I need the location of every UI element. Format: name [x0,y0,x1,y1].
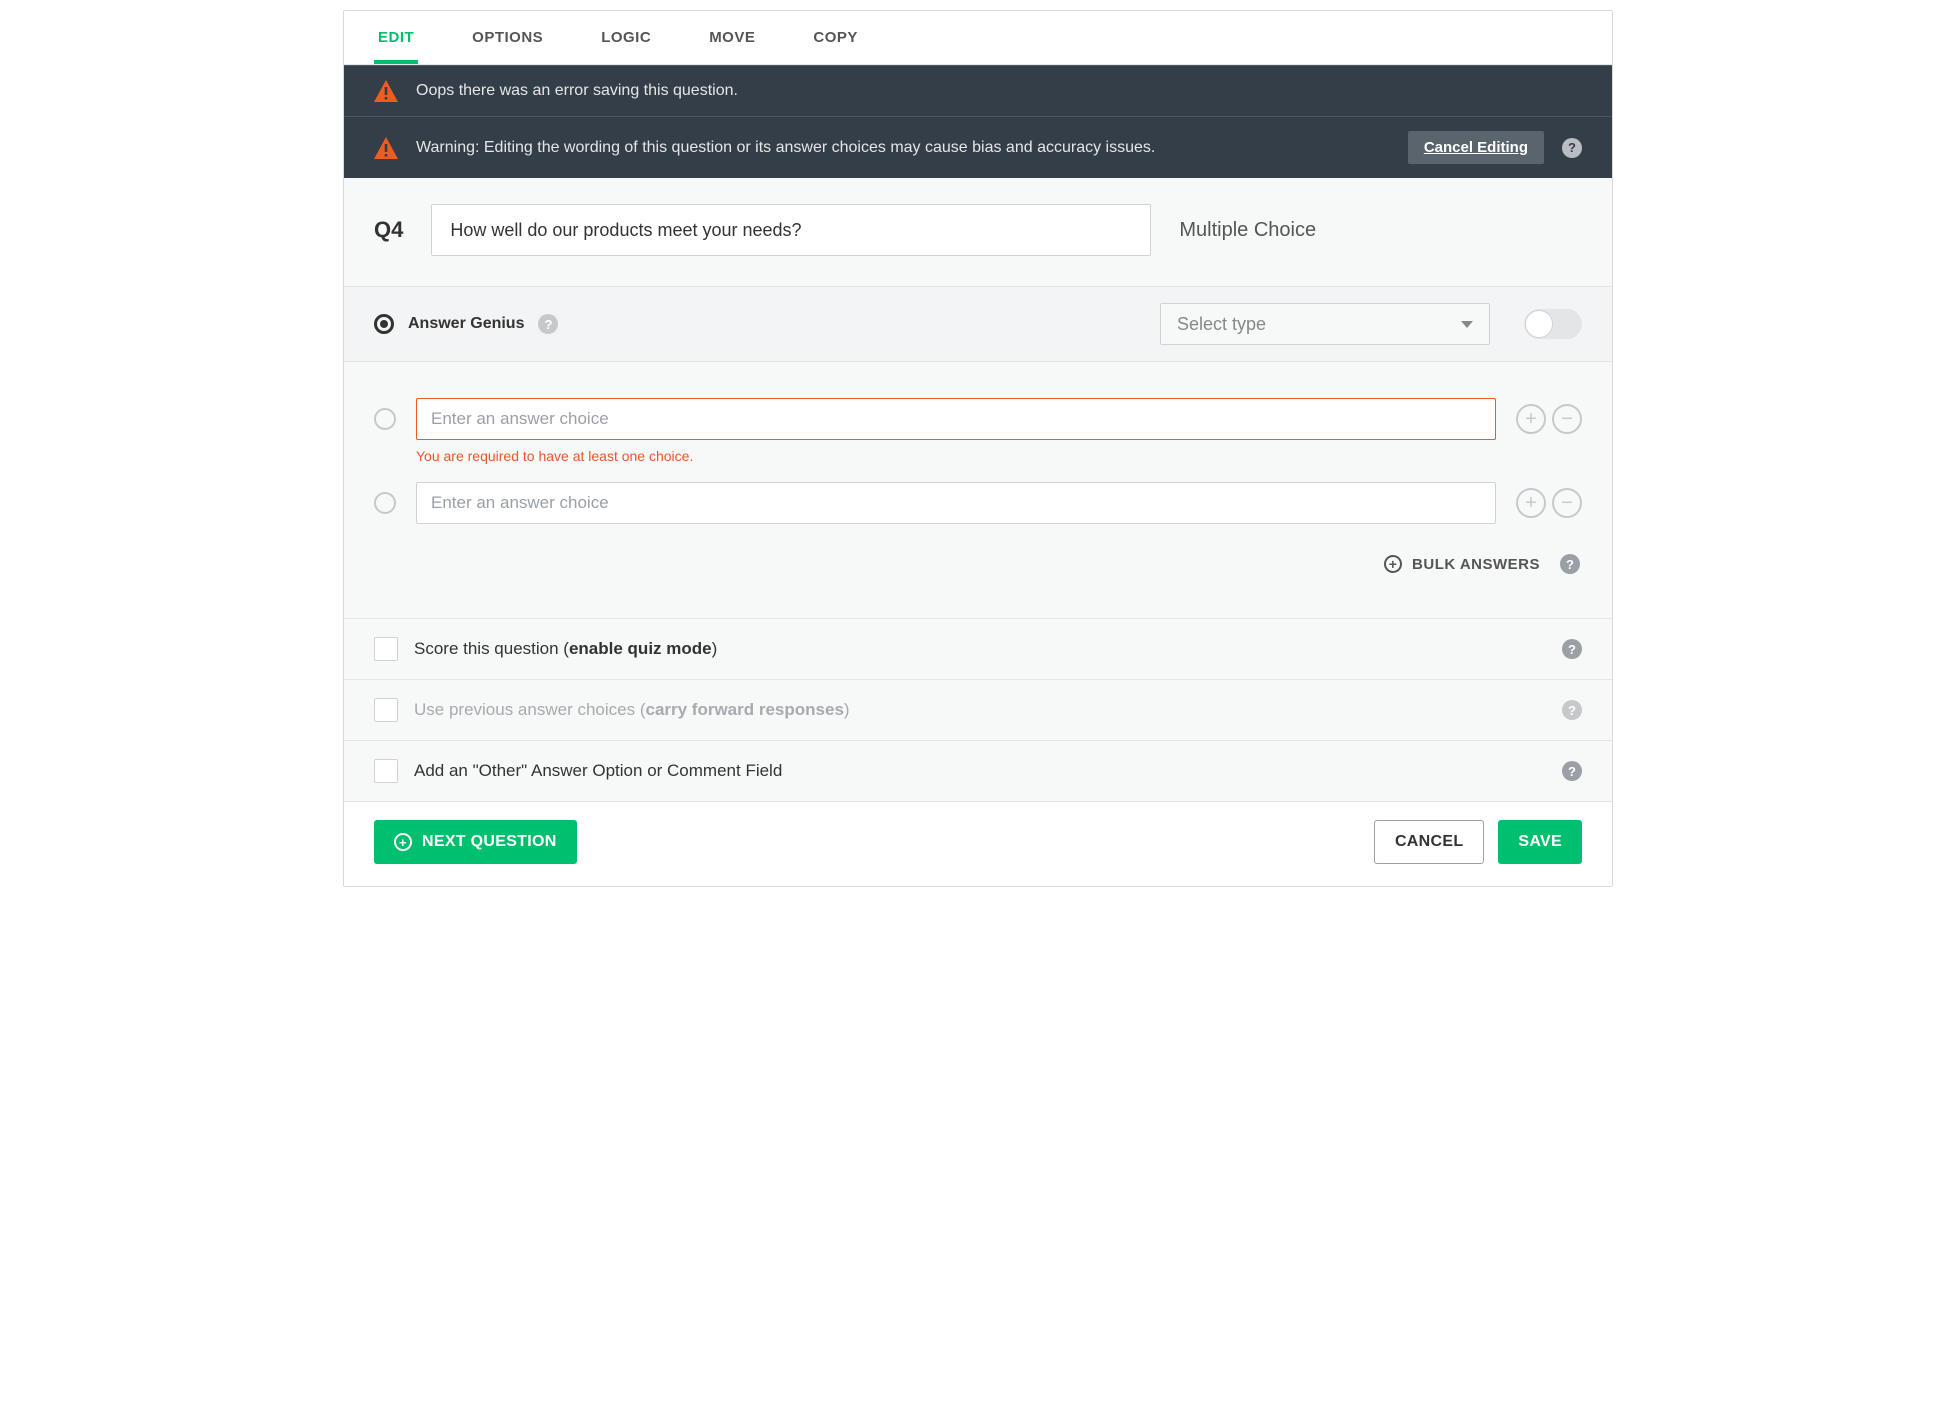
remove-choice-button[interactable]: − [1552,404,1582,434]
tab-copy[interactable]: COPY [809,11,862,64]
tab-edit[interactable]: EDIT [374,11,418,64]
row-actions: + − [1516,488,1582,518]
question-number: Q4 [374,217,403,243]
bulk-answers-row: + BULK ANSWERS ? [374,554,1582,574]
answer-choice-input-2[interactable] [416,482,1496,524]
answer-choices-section: + − You are required to have at least on… [344,362,1612,619]
choice-validation-error: You are required to have at least one ch… [416,448,1582,464]
help-icon[interactable]: ? [1562,761,1582,781]
other-option-row: Add an "Other" Answer Option or Comment … [344,741,1612,802]
next-question-button[interactable]: + NEXT QUESTION [374,820,577,864]
help-icon[interactable]: ? [1562,138,1582,158]
score-checkbox[interactable] [374,637,398,661]
carry-forward-row: Use previous answer choices (carry forwa… [344,680,1612,741]
genius-type-select[interactable]: Select type [1160,303,1490,345]
cancel-button[interactable]: CANCEL [1374,820,1484,864]
help-icon[interactable]: ? [1562,639,1582,659]
question-type-label: Multiple Choice [1179,219,1316,242]
question-editor: EDIT OPTIONS LOGIC MOVE COPY Oops there … [343,10,1613,887]
plus-circle-icon: + [1384,555,1402,573]
other-label: Add an "Other" Answer Option or Comment … [414,761,782,781]
target-icon [374,314,394,334]
remove-choice-button[interactable]: − [1552,488,1582,518]
answer-genius-bar: Answer Genius ? Select type [344,286,1612,362]
footer-bar: + NEXT QUESTION CANCEL SAVE [344,802,1612,886]
radio-icon [374,408,396,430]
add-choice-button[interactable]: + [1516,404,1546,434]
warning-icon [374,80,398,102]
next-question-label: NEXT QUESTION [422,833,557,851]
error-text: Oops there was an error saving this ques… [416,82,738,100]
answer-choice-row: + − [374,482,1582,524]
row-actions: + − [1516,404,1582,434]
question-header: Q4 Multiple Choice [344,178,1612,286]
genius-toggle[interactable] [1524,309,1582,339]
save-button[interactable]: SAVE [1498,820,1582,864]
cancel-editing-button[interactable]: Cancel Editing [1408,131,1544,164]
genius-type-placeholder: Select type [1177,314,1266,335]
tab-logic[interactable]: LOGIC [597,11,655,64]
chevron-down-icon [1461,321,1473,328]
toggle-knob [1525,310,1553,338]
answer-choice-input-1[interactable] [416,398,1496,440]
score-question-row: Score this question (enable quiz mode) ? [344,619,1612,680]
other-checkbox[interactable] [374,759,398,783]
answer-choice-row: + − [374,398,1582,440]
score-label: Score this question (enable quiz mode) [414,639,717,659]
tab-move[interactable]: MOVE [705,11,759,64]
help-icon[interactable]: ? [1560,554,1580,574]
warning-text: Warning: Editing the wording of this que… [416,139,1155,157]
carry-forward-checkbox [374,698,398,722]
help-icon[interactable]: ? [1562,700,1582,720]
warning-alert: Warning: Editing the wording of this que… [344,116,1612,178]
plus-circle-icon: + [394,833,412,851]
bulk-answers-label: BULK ANSWERS [1412,556,1540,573]
tab-bar: EDIT OPTIONS LOGIC MOVE COPY [344,11,1612,65]
bulk-answers-button[interactable]: + BULK ANSWERS [1384,555,1540,573]
tab-options[interactable]: OPTIONS [468,11,547,64]
warning-icon [374,137,398,159]
add-choice-button[interactable]: + [1516,488,1546,518]
help-icon[interactable]: ? [538,314,558,334]
carry-forward-label: Use previous answer choices (carry forwa… [414,700,850,720]
question-text-input[interactable] [431,204,1151,256]
answer-genius-title: Answer Genius [408,315,524,333]
radio-icon [374,492,396,514]
error-alert: Oops there was an error saving this ques… [344,65,1612,116]
